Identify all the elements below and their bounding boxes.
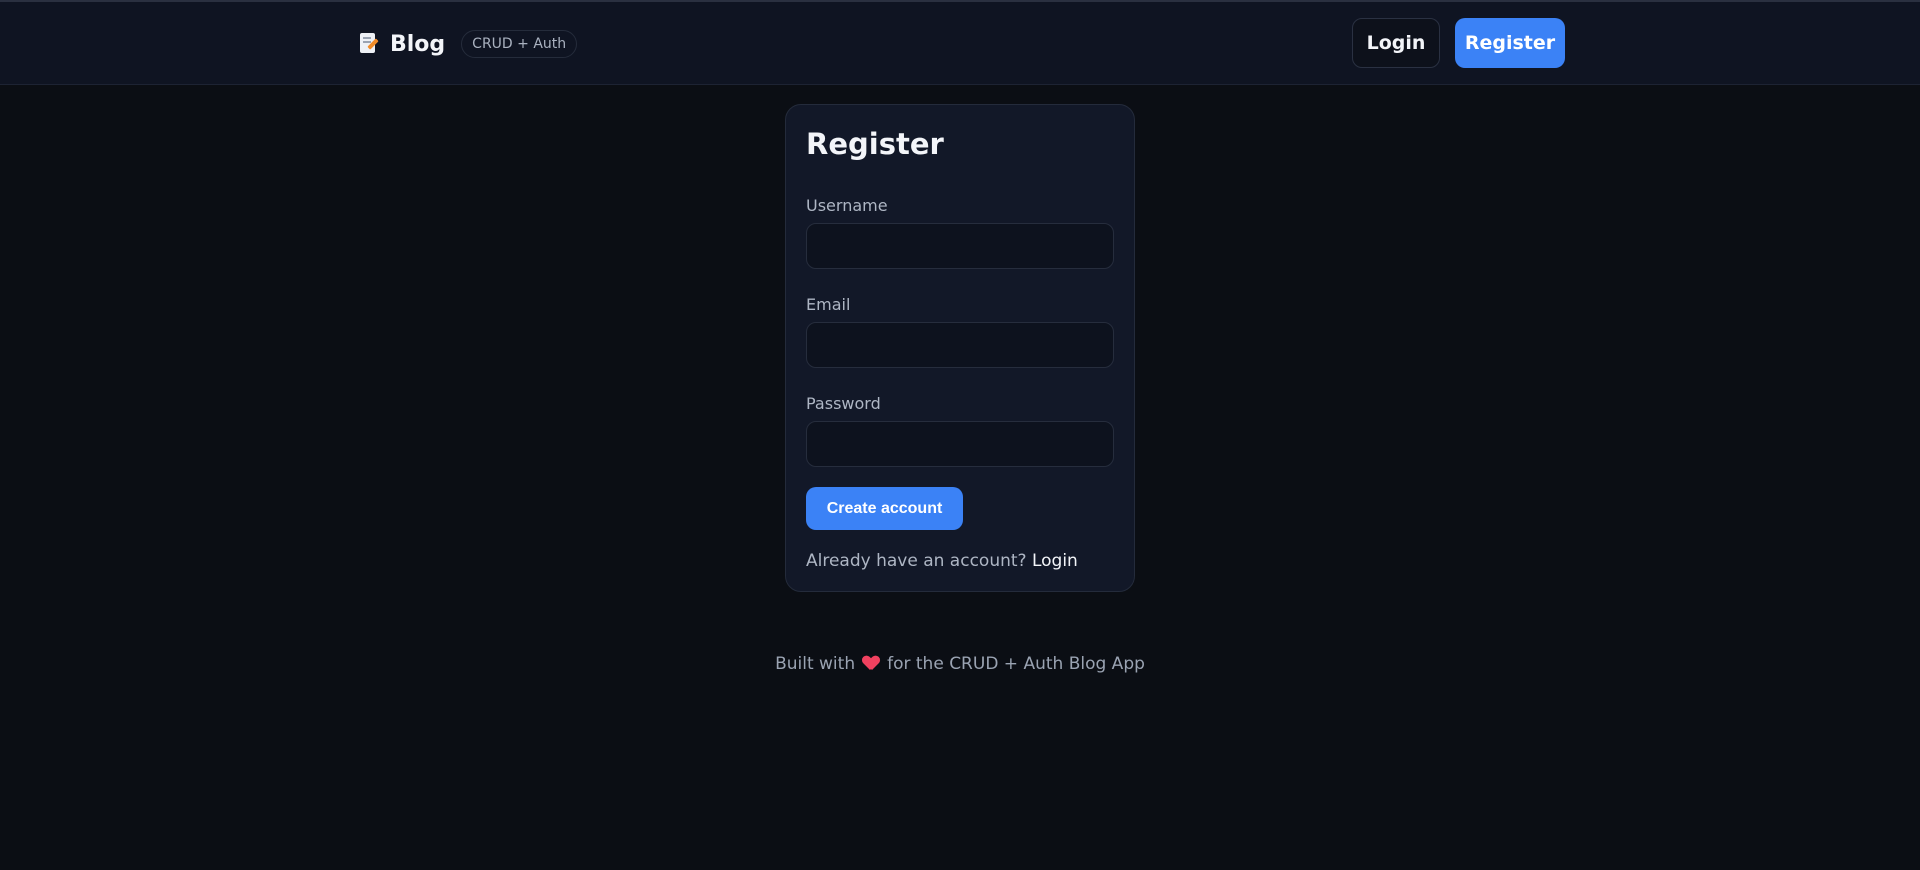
heart-icon: [863, 656, 879, 670]
brand[interactable]: Blog CRUD + Auth: [360, 30, 578, 58]
memo-icon: [360, 33, 379, 55]
username-input[interactable]: [806, 223, 1114, 269]
login-prompt: Already have an account? Login: [806, 551, 1078, 571]
register-card: Register Username Email Password Create …: [785, 104, 1135, 592]
login-prompt-text: Already have an account?: [806, 551, 1027, 571]
email-label: Email: [806, 295, 851, 314]
register-button[interactable]: Register: [1455, 18, 1565, 68]
login-button[interactable]: Login: [1352, 18, 1440, 68]
footer-suffix: for the CRUD + Auth Blog App: [887, 654, 1145, 674]
login-link[interactable]: Login: [1032, 551, 1078, 571]
username-label: Username: [806, 196, 888, 215]
brand-title: Blog: [390, 31, 446, 57]
footer-prefix: Built with: [775, 654, 856, 674]
password-input[interactable]: [806, 421, 1114, 467]
header: Blog CRUD + Auth Login Register: [0, 2, 1920, 85]
email-input[interactable]: [806, 322, 1114, 368]
footer: Built with for the CRUD + Auth Blog App: [0, 654, 1920, 674]
brand-badge: CRUD + Auth: [461, 30, 578, 58]
password-label: Password: [806, 394, 881, 413]
form-title: Register: [806, 127, 944, 161]
create-account-button[interactable]: Create account: [806, 487, 963, 530]
